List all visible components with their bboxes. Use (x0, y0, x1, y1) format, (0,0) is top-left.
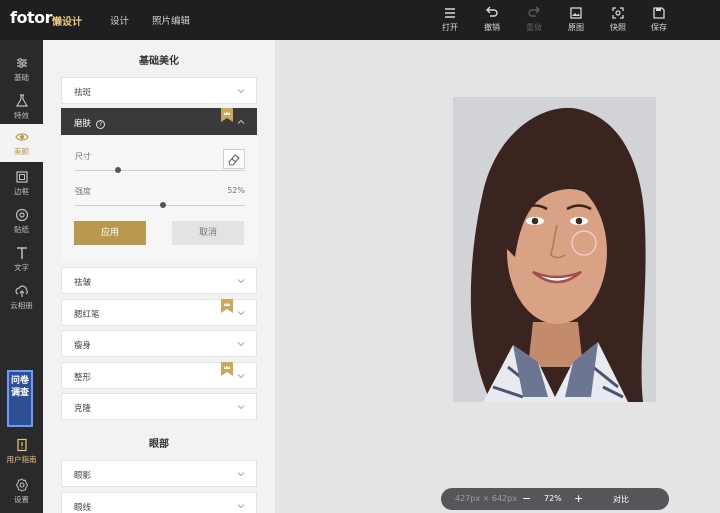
sidebar-item-guide[interactable]: 用户指南 (0, 432, 43, 470)
chevron-down-icon (237, 279, 245, 284)
logo-subtitle: 懒设计 (52, 17, 82, 28)
help-icon[interactable]: ? (96, 120, 106, 129)
redo-button[interactable]: 重做 (518, 6, 550, 33)
survey-button[interactable]: 问卷调查 (7, 370, 33, 427)
tool-row-clone[interactable]: 克隆 (61, 393, 257, 420)
size-slider[interactable] (75, 167, 245, 173)
redo-icon (528, 6, 540, 17)
chevron-down-icon (237, 342, 245, 347)
sidebar-item-basic[interactable]: 基础 (0, 50, 43, 88)
zoom-level: 72% (544, 494, 562, 503)
snapshot-icon (612, 7, 624, 19)
gear-icon (15, 478, 28, 492)
sidebar-item-text[interactable]: 文字 (0, 240, 43, 278)
beauty-panel: 基础美化 祛斑 磨肤? 尺寸 强度 52% 应用 取消 祛皱 腮红笔 瘦身 整形… (43, 40, 275, 513)
chevron-down-icon (237, 374, 245, 379)
portrait-photo[interactable] (453, 97, 656, 402)
sidebar-item-frame[interactable]: 边框 (0, 164, 43, 202)
size-slider-handle[interactable] (114, 167, 121, 173)
intensity-value: 52% (227, 186, 245, 195)
smooth-settings: 尺寸 强度 52% 应用 取消 (61, 135, 257, 262)
size-label: 尺寸 (75, 152, 91, 161)
save-button[interactable]: 保存 (643, 6, 675, 33)
compare-button[interactable]: 对比 (613, 494, 629, 505)
sidebar-item-cloud[interactable]: 云相册 (0, 278, 43, 316)
menu-icon (445, 8, 455, 18)
intensity-slider-handle[interactable] (160, 202, 167, 208)
top-bar: fotor 懒设计 设计 照片编辑 打开 撤销 重做 原图 快照 保存 (0, 0, 720, 40)
portrait-image (453, 97, 656, 402)
zoom-in-button[interactable]: + (574, 492, 583, 505)
tool-row-blush[interactable]: 腮红笔 (61, 299, 257, 326)
tool-row-reshape[interactable]: 整形 (61, 362, 257, 389)
sticker-icon (15, 208, 28, 222)
apply-button[interactable]: 应用 (74, 221, 146, 245)
eraser-button[interactable] (223, 149, 245, 169)
nav-design[interactable]: 设计 (110, 13, 129, 27)
cancel-button[interactable]: 取消 (172, 221, 244, 245)
tool-row-blemish[interactable]: 祛斑 (61, 77, 257, 104)
smooth-label: 磨肤 (74, 119, 92, 129)
nav-photo-edit[interactable]: 照片编辑 (152, 13, 190, 27)
text-icon (16, 247, 27, 259)
image-dimensions: 427px × 642px (455, 494, 517, 503)
undo-button[interactable]: 撤销 (476, 6, 508, 33)
sidebar-item-effects[interactable]: 特效 (0, 88, 43, 126)
editing-canvas[interactable]: 427px × 642px − 72% + 对比 (275, 40, 720, 513)
snapshot-button[interactable]: 快照 (602, 6, 634, 33)
tool-row-smooth[interactable]: 磨肤? (61, 108, 257, 135)
image-icon (570, 7, 582, 19)
intensity-slider[interactable] (75, 202, 245, 208)
original-button[interactable]: 原图 (560, 6, 592, 33)
sidebar-item-sticker[interactable]: 贴纸 (0, 202, 43, 240)
eraser-icon (228, 154, 240, 166)
tool-row-slim[interactable]: 瘦身 (61, 330, 257, 357)
frame-icon (15, 171, 28, 183)
save-icon (653, 7, 665, 19)
premium-badge-icon (221, 299, 233, 313)
left-sidebar: 基础 特效 美颜 边框 贴纸 文字 云相册 问卷调查 用户指南 设置 (0, 40, 43, 513)
undo-icon (486, 6, 498, 17)
eye-icon (14, 133, 29, 141)
chevron-down-icon (237, 405, 245, 410)
zoom-out-button[interactable]: − (522, 492, 531, 505)
cloud-icon (15, 285, 28, 297)
open-button[interactable]: 打开 (434, 6, 466, 33)
sliders-icon (16, 58, 27, 68)
chevron-down-icon (237, 504, 245, 509)
tool-row-eyeliner[interactable]: 眼线 (61, 492, 257, 513)
sidebar-item-beauty[interactable]: 美颜 (0, 124, 43, 162)
intensity-label: 强度 (75, 187, 91, 196)
zoom-bar: 427px × 642px − 72% + 对比 (441, 488, 669, 510)
premium-badge-icon (221, 108, 233, 122)
section-title-basic: 基础美化 (139, 56, 179, 67)
flask-icon (15, 94, 28, 107)
section-title-eyes: 眼部 (149, 439, 169, 450)
guide-icon (16, 438, 27, 452)
chevron-down-icon (237, 89, 245, 94)
chevron-down-icon (237, 472, 245, 477)
chevron-down-icon (237, 311, 245, 316)
tool-row-wrinkle[interactable]: 祛皱 (61, 267, 257, 294)
sidebar-item-settings[interactable]: 设置 (0, 472, 43, 510)
chevron-up-icon (237, 119, 245, 124)
fotor-logo[interactable]: fotor (10, 8, 52, 27)
tool-row-eyeshadow[interactable]: 眼影 (61, 460, 257, 487)
premium-badge-icon (221, 362, 233, 376)
